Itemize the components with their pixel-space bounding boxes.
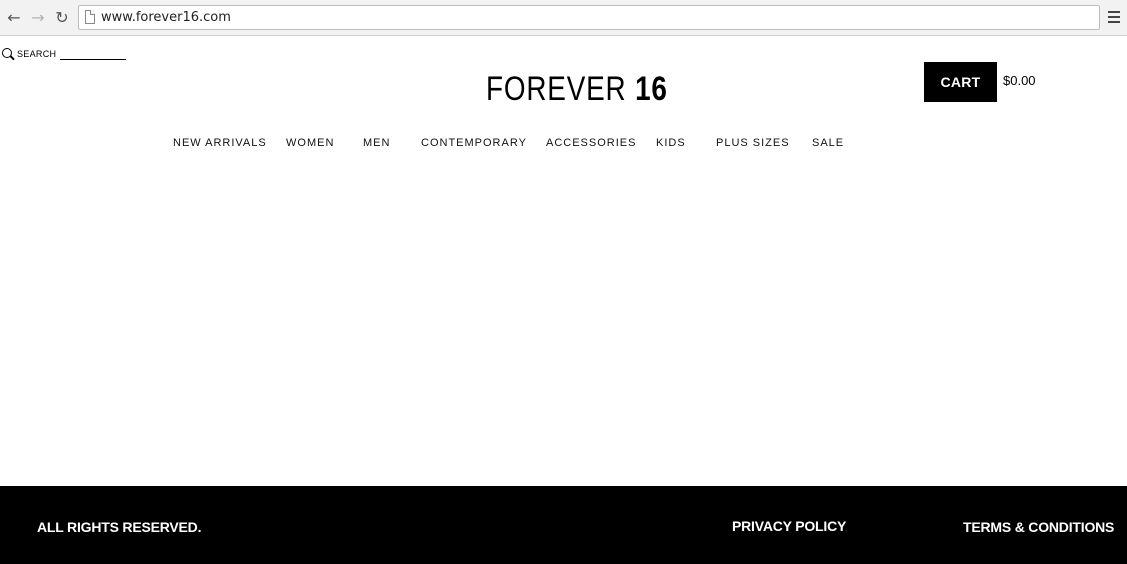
address-bar[interactable]: www.forever16.com (78, 5, 1100, 30)
search-input[interactable] (60, 48, 127, 60)
nav-item-contemporary[interactable]: CONTEMPORARY (421, 137, 527, 149)
nav-item-men[interactable]: MEN (363, 137, 390, 149)
footer-rights: ALL RIGHTS RESERVED. (37, 519, 202, 535)
search-area: SEARCH (2, 47, 127, 61)
reload-icon[interactable]: ↻ (52, 7, 72, 27)
hamburger-menu-icon[interactable] (1106, 8, 1122, 26)
nav-item-plus-sizes[interactable]: PLUS SIZES (716, 137, 790, 149)
nav-item-new-arrivals[interactable]: NEW ARRIVALS (173, 137, 267, 149)
nav-item-women[interactable]: WOMEN (286, 137, 334, 149)
cart-total: $0.00 (1003, 73, 1036, 88)
url-text[interactable]: www.forever16.com (101, 10, 231, 25)
search-label: SEARCH (17, 49, 57, 59)
cart-button[interactable]: CART (924, 62, 997, 102)
footer: ALL RIGHTS RESERVED. PRIVACY POLICY TERM… (0, 486, 1127, 564)
nav-item-sale[interactable]: SALE (812, 137, 844, 149)
forward-arrow-icon[interactable]: → (28, 7, 48, 27)
back-arrow-icon[interactable]: ← (4, 7, 24, 27)
nav-item-kids[interactable]: KIDS (656, 137, 686, 149)
search-icon[interactable] (2, 47, 15, 61)
nav-item-accessories[interactable]: ACCESSORIES (546, 137, 636, 149)
page-icon (85, 10, 95, 24)
logo-number: 16 (635, 70, 668, 108)
main-nav: NEW ARRIVALS WOMEN MEN CONTEMPORARY ACCE… (0, 137, 1127, 151)
browser-toolbar: ← → ↻ www.forever16.com (0, 0, 1127, 36)
logo[interactable]: FOREVER 16 (486, 70, 668, 109)
logo-text: FOREVER (486, 70, 627, 108)
footer-privacy-link[interactable]: PRIVACY POLICY (732, 518, 846, 534)
footer-terms-link[interactable]: TERMS & CONDITIONS (963, 519, 1114, 535)
